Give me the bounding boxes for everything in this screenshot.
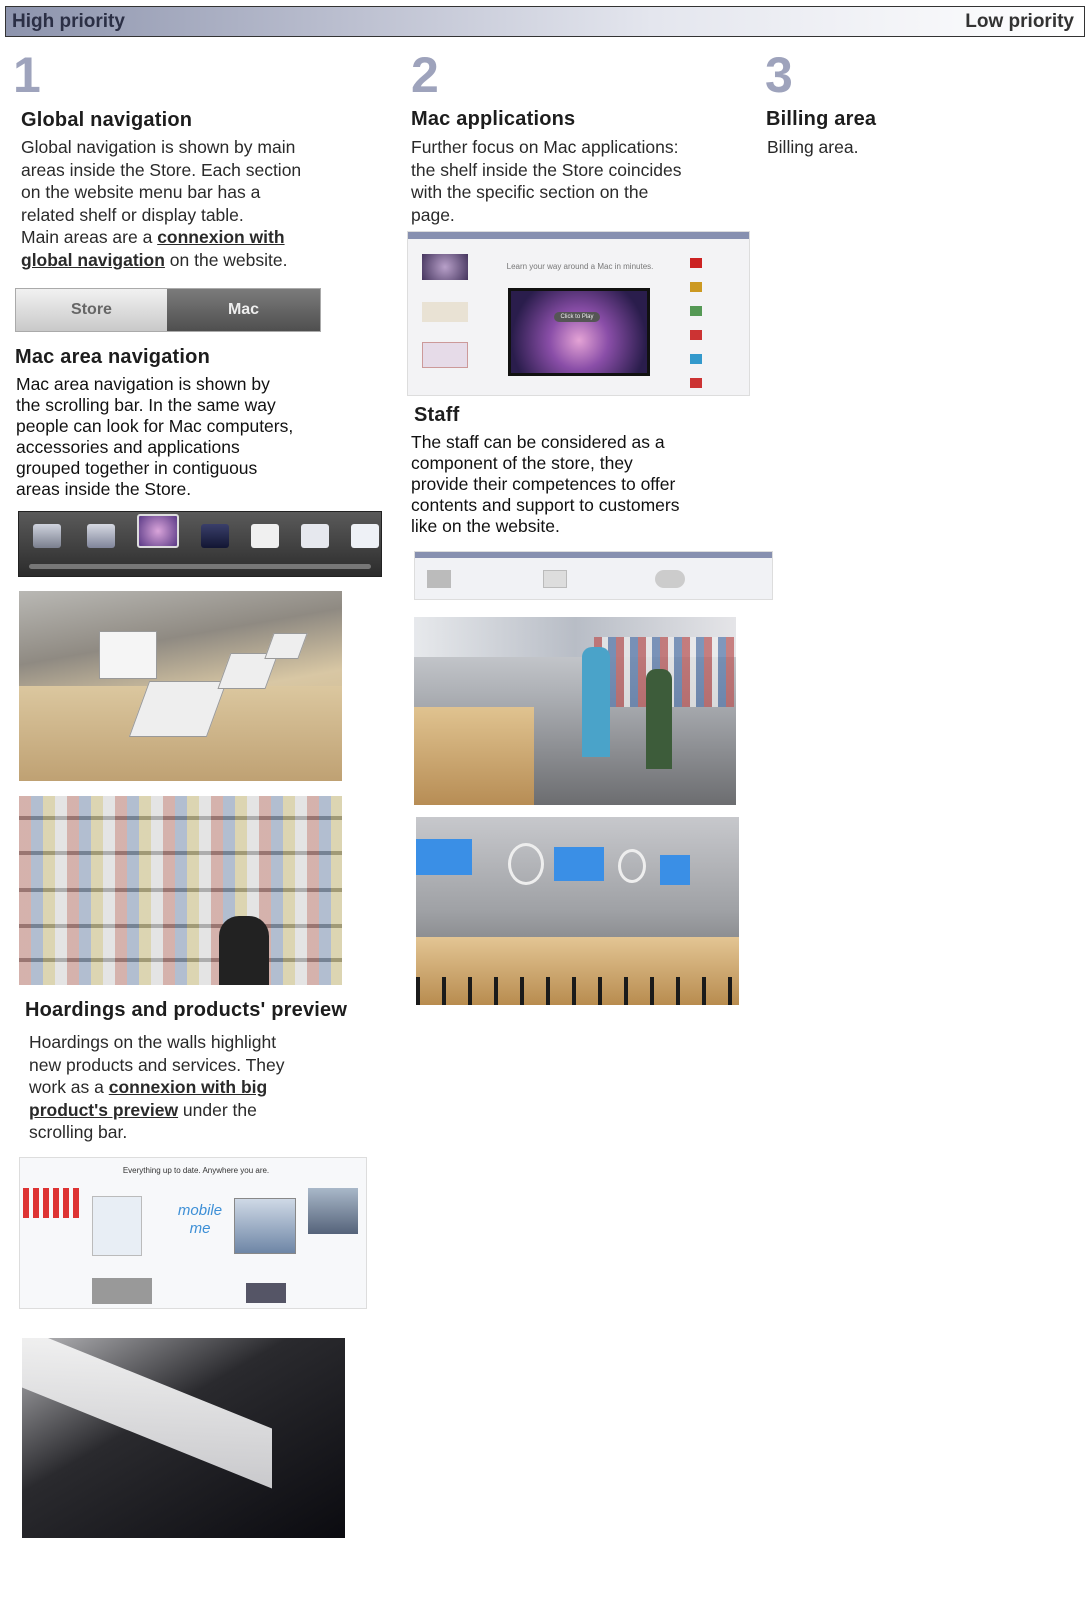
store-tab[interactable]: Store [16,289,167,331]
column-number-1: 1 [13,47,41,103]
column-number-3: 3 [765,47,793,103]
high-priority-label: High priority [12,11,125,32]
genius-bar-photo [416,817,739,1005]
mac-apps-tagline: Learn your way around a Mac in minutes. [506,262,654,271]
mac-applications-text: Further focus on Mac applications: the s… [411,137,682,225]
low-priority-label: Low priority [965,11,1074,32]
global-navigation-title: Global navigation [21,109,193,131]
mobileme-logo: mobile me [177,1202,223,1237]
global-link-part2[interactable]: global navigation [21,250,165,270]
preview-banner-text: Everything up to date. Anywhere you are. [122,1166,270,1175]
hoardings-link-part1[interactable]: connexion with big [109,1077,267,1097]
global-navigation-text: Global navigation is shown by main areas… [21,137,302,270]
mac-tab[interactable]: Mac [167,289,320,331]
staff-support-webpage-strip [414,551,773,600]
mac-scrolling-bar-image [18,511,382,577]
store-staff-photo [414,617,736,805]
click-to-play-button: Click to Play [554,312,600,322]
product-preview-webpage: Everything up to date. Anywhere you are.… [19,1157,367,1309]
staff-title: Staff [414,404,460,426]
hoardings-text: Hoardings on the walls highlight new pro… [29,1032,285,1142]
store-mac-tables-photo [19,591,342,781]
software-shelf-photo [19,796,342,985]
mac-applications-title: Mac applications [411,108,576,130]
hoarding-tunnel-photo [22,1338,345,1538]
priority-bar: High priority Low priority [5,6,1085,37]
billing-area-title: Billing area [766,108,877,130]
hoardings-title: Hoardings and products' preview [25,999,348,1021]
column-number-2: 2 [411,47,439,103]
hoardings-link-part2[interactable]: product's preview [29,1100,178,1120]
global-link-part1[interactable]: connexion with [157,227,284,247]
mac-area-navigation-title: Mac area navigation [15,346,210,368]
mac-applications-webpage: Learn your way around a Mac in minutes. … [407,231,750,396]
staff-text: The staff can be considered as a compone… [411,432,680,536]
billing-area-text: Billing area. [767,137,859,157]
mac-area-navigation-text: Mac area navigation is shown by the scro… [16,374,294,499]
store-mac-segmented-control: Store Mac [15,288,321,332]
